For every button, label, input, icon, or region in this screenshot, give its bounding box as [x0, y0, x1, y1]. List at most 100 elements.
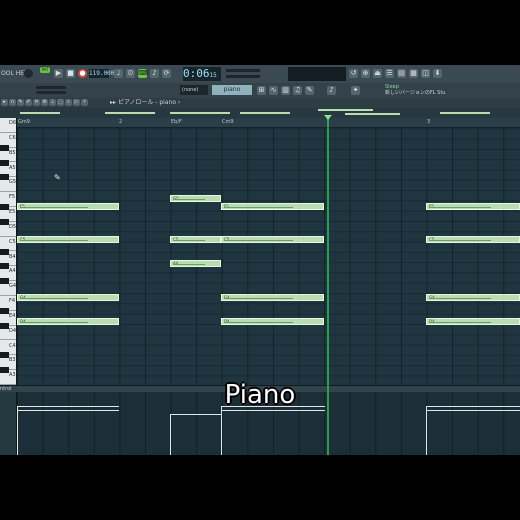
piano-black-key[interactable] — [0, 263, 9, 270]
swing-slider[interactable] — [36, 91, 66, 94]
key-label: A4 — [9, 268, 16, 275]
wave-icon[interactable]: ∿ — [269, 86, 278, 95]
master-volume-slider[interactable] — [226, 75, 260, 78]
grid-icon[interactable]: ▥ — [281, 86, 290, 95]
slice-icon[interactable]: ⊥ — [49, 99, 56, 106]
mic-icon[interactable]: ♪ — [327, 86, 336, 95]
note[interactable]: D4 — [426, 318, 520, 325]
key-label: B4 — [9, 253, 16, 260]
overview-note — [318, 109, 373, 111]
playback-icon[interactable]: ▷ — [73, 99, 80, 106]
pencil-cursor-icon: ✎ — [54, 173, 61, 182]
piano-black-key[interactable] — [0, 322, 9, 329]
piano-roll-icon[interactable]: ♫ — [293, 86, 302, 95]
tempo-display[interactable]: 119.000 — [89, 69, 114, 78]
note[interactable]: D4 — [221, 318, 324, 325]
velocity-bar[interactable] — [17, 410, 119, 455]
note[interactable]: A4 — [170, 260, 221, 267]
time-display[interactable]: 0:0615 — [183, 67, 221, 81]
piano-black-key[interactable] — [0, 204, 9, 210]
channel-rack-icon[interactable]: ▤ — [397, 69, 406, 78]
note[interactable]: C5 — [170, 236, 221, 243]
render-icon[interactable]: ⏏ — [373, 69, 382, 78]
piano-black-key[interactable] — [0, 248, 9, 255]
note[interactable]: D4 — [17, 318, 119, 325]
note[interactable]: F5 — [17, 203, 119, 210]
overview-note — [170, 112, 230, 114]
piano-black-key[interactable] — [0, 307, 9, 314]
velocity-bar[interactable] — [170, 414, 222, 455]
key-label: A5 — [9, 164, 16, 171]
pattern-mode-toggle[interactable]: PAT — [40, 67, 50, 73]
playhead-marker-icon[interactable] — [324, 115, 332, 120]
master-pitch-slider[interactable] — [226, 69, 260, 72]
overview-note — [105, 112, 155, 114]
play-icon[interactable]: ▶ — [54, 69, 63, 78]
mute-icon[interactable]: ⊘ — [41, 99, 48, 106]
key-label: C5 — [9, 238, 16, 245]
pat-label: PAT — [41, 67, 49, 72]
metronome-icon[interactable]: ♩ — [114, 69, 123, 78]
note[interactable]: C5 — [17, 236, 119, 243]
piano-keyboard[interactable]: D6 C6 B5 A5 G5 F5 E5 D5 C5 B4 A4 G4 F4 E4 D4 C4 B3 A3 — [0, 118, 17, 385]
master-volume-knob[interactable] — [24, 69, 33, 78]
pianoroll-menu-icon[interactable]: ▸ — [1, 99, 8, 106]
key-label: D6 — [9, 120, 17, 126]
save-icon[interactable]: ⊕ — [361, 69, 370, 78]
piano-black-key[interactable] — [0, 159, 9, 166]
record-icon[interactable]: ● — [78, 69, 87, 78]
time-sub: 15 — [209, 72, 217, 79]
select-icon[interactable]: ⬚ — [57, 99, 64, 106]
overview-note — [345, 113, 400, 115]
piano-black-key[interactable] — [0, 278, 9, 285]
overview-note — [20, 112, 60, 114]
tools-icon[interactable]: ✎ — [305, 86, 314, 95]
note[interactable]: F5 — [426, 203, 520, 210]
timeline-ruler[interactable]: Gm9 2 Eb/F Cm9 3 — [17, 118, 520, 128]
note[interactable]: G4 — [17, 294, 119, 301]
link-icon[interactable]: ⊞ — [257, 86, 266, 95]
breadcrumb: ▸▸ ピアノロール - piano › — [110, 99, 181, 106]
note[interactable]: G5 — [170, 195, 221, 202]
note[interactable]: G4 — [426, 294, 520, 301]
mixer-icon[interactable]: ☰ — [385, 69, 394, 78]
piano-black-key[interactable] — [0, 144, 9, 151]
delete-icon[interactable]: ✕ — [33, 99, 40, 106]
plugin-icon[interactable]: ⬇ — [433, 69, 442, 78]
note-grid[interactable] — [17, 118, 520, 385]
time-main: 0:06 — [183, 67, 210, 80]
breadcrumb-text: ピアノロール - piano — [117, 99, 177, 106]
note[interactable]: F5 — [221, 203, 324, 210]
countdown-icon[interactable]: ⏲ — [126, 69, 135, 78]
snap-select[interactable]: (none) — [180, 85, 208, 95]
loop-record-icon[interactable]: ⟳ — [162, 69, 171, 78]
typing-keyboard-icon[interactable]: ⌨ — [138, 69, 148, 78]
video-caption: Piano — [224, 380, 296, 410]
bar-marker: 2 — [119, 119, 123, 125]
stop-icon[interactable]: ■ — [66, 69, 75, 78]
playlist-icon[interactable]: ▦ — [409, 69, 418, 78]
note[interactable]: G4 — [221, 294, 324, 301]
step-edit-icon[interactable]: ♪ — [150, 69, 159, 78]
stamp-icon[interactable]: ♯ — [81, 99, 88, 106]
zoom-icon[interactable]: ⌕ — [65, 99, 72, 106]
note[interactable]: C5 — [426, 236, 520, 243]
note[interactable]: C5 — [221, 236, 324, 243]
overview-note — [240, 112, 290, 114]
overview-strip[interactable] — [0, 108, 520, 118]
browser-icon[interactable]: ◫ — [421, 69, 430, 78]
pencil-icon[interactable]: ✎ — [17, 99, 24, 106]
piano-black-key[interactable] — [0, 367, 9, 374]
magnet-icon[interactable]: ∩ — [9, 99, 16, 106]
piano-black-key[interactable] — [0, 174, 9, 181]
paint-icon[interactable]: ✐ — [25, 99, 32, 106]
fx-icon[interactable]: ✦ — [351, 86, 360, 95]
piano-black-key[interactable] — [0, 218, 9, 225]
instrument-select[interactable]: piano — [212, 85, 252, 95]
pianoroll-toolbar: ▸ ∩ ✎ ✐ ✕ ⊘ ⊥ ⬚ ⌕ ▷ ♯ ▸▸ ピアノロール - piano … — [0, 98, 520, 108]
velocity-bar[interactable] — [426, 410, 520, 455]
piano-black-key[interactable] — [0, 352, 9, 359]
undo-icon[interactable]: ↺ — [349, 69, 358, 78]
velocity-bar[interactable] — [221, 410, 325, 455]
pitch-slider[interactable] — [36, 86, 66, 89]
